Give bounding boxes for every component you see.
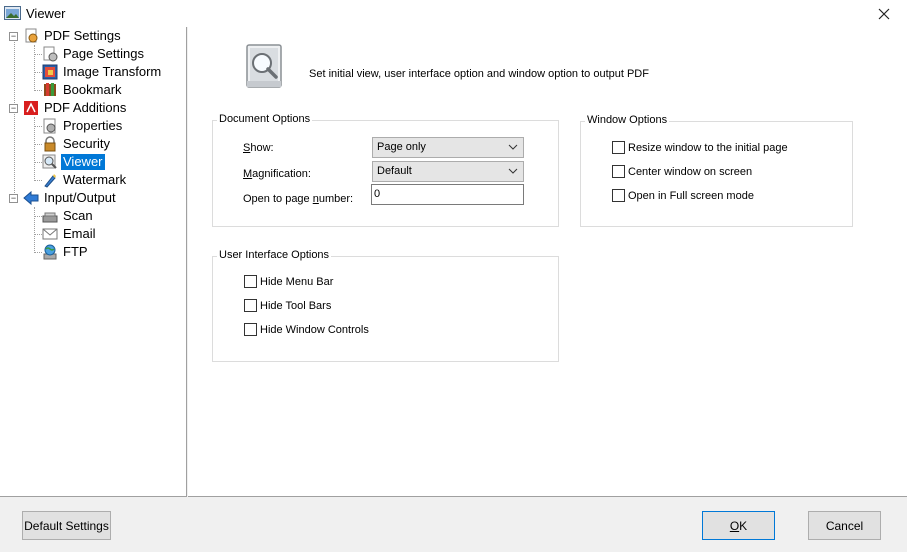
close-icon (878, 8, 890, 19)
tree-item-email[interactable]: Email (42, 225, 98, 243)
tree-item-label: Image Transform (63, 64, 162, 79)
chevron-down-icon (508, 144, 518, 150)
tree-item-scan[interactable]: Scan (42, 207, 95, 225)
globe-icon (43, 244, 57, 260)
tree-item-properties[interactable]: Properties (42, 117, 124, 135)
checkbox-box[interactable] (612, 165, 625, 178)
tree-item-label: Viewer (61, 154, 105, 170)
default-settings-button[interactable]: Default Settings (22, 511, 111, 540)
tree-item-input-output[interactable]: Input/Output (23, 189, 118, 207)
document-options-group: Document Options Show: Page only Magnifi… (212, 113, 559, 227)
lock-icon (44, 136, 56, 152)
button-label: Cancel (825, 518, 864, 533)
viewer-settings-panel: Set initial view, user interface option … (188, 27, 907, 497)
window-title: Viewer (26, 6, 66, 21)
tree-item-label: Security (63, 136, 110, 151)
tree-item-label: Properties (63, 118, 123, 133)
pdf-icon (24, 101, 38, 115)
arrow-left-icon (23, 190, 39, 206)
tree-item-label: Email (63, 226, 96, 241)
magnifier-document-icon (246, 44, 282, 88)
checkbox-label: Open in Full screen mode (628, 189, 754, 202)
show-dropdown[interactable]: Page only (372, 137, 524, 158)
show-label: Show: (243, 142, 274, 154)
checkbox-box[interactable] (244, 275, 257, 288)
tree-item-page-settings[interactable]: Page Settings (42, 45, 146, 63)
hide-window-controls-checkbox[interactable]: Hide Window Controls (244, 323, 369, 336)
tree-item-ftp[interactable]: FTP (42, 243, 90, 261)
open-page-input[interactable]: 0 (371, 184, 524, 205)
magnification-label: Magnification: (243, 168, 311, 180)
ok-button[interactable]: OK (702, 511, 775, 540)
full-screen-checkbox[interactable]: Open in Full screen mode (612, 189, 754, 202)
button-label: OK (729, 518, 748, 533)
page-description: Set initial view, user interface option … (309, 68, 649, 80)
tree-item-label: Watermark (63, 172, 127, 187)
window-options-group: Window Options Resize window to the init… (580, 114, 853, 227)
show-value: Page only (377, 141, 426, 153)
checkbox-label: Resize window to the initial page (628, 141, 788, 154)
checkbox-box[interactable] (244, 323, 257, 336)
hide-tool-bars-checkbox[interactable]: Hide Tool Bars (244, 299, 331, 312)
button-label: Default Settings (24, 518, 109, 533)
center-window-checkbox[interactable]: Center window on screen (612, 165, 752, 178)
expander-pdf-settings[interactable]: − (9, 32, 18, 41)
tree-item-label: FTP (63, 244, 88, 259)
open-page-value: 0 (374, 188, 381, 200)
checkbox-label: Center window on screen (628, 165, 753, 178)
tree-item-label: Scan (63, 208, 93, 223)
properties-icon (43, 118, 56, 134)
checkbox-label: Hide Window Controls (260, 323, 369, 336)
settings-tree: − − − PDF Settings Page Settings Image T… (0, 27, 187, 497)
page-settings-icon (43, 46, 58, 62)
group-title: Document Options (217, 113, 313, 125)
checkbox-box[interactable] (612, 141, 625, 154)
tree-item-viewer[interactable]: Viewer (42, 153, 105, 171)
tree-item-label: Bookmark (63, 82, 122, 97)
close-button[interactable] (861, 0, 907, 27)
group-title: Window Options (585, 114, 670, 126)
viewer-app-icon (4, 6, 21, 20)
open-page-label: Open to page number: (243, 193, 354, 205)
bookmark-icon (44, 83, 56, 96)
title-bar: Viewer (0, 0, 907, 27)
ui-options-group: User Interface Options Hide Menu Bar Hid… (212, 249, 559, 362)
chevron-down-icon (508, 168, 518, 174)
tree-item-image-transform[interactable]: Image Transform (42, 63, 163, 81)
resize-window-checkbox[interactable]: Resize window to the initial page (612, 141, 788, 154)
hide-menu-bar-checkbox[interactable]: Hide Menu Bar (244, 275, 333, 288)
expander-pdf-additions[interactable]: − (9, 104, 18, 113)
magnification-dropdown[interactable]: Default (372, 161, 524, 182)
cancel-button[interactable]: Cancel (808, 511, 881, 540)
group-title: User Interface Options (217, 249, 332, 261)
magnification-value: Default (377, 165, 412, 177)
magnifier-icon (42, 154, 57, 169)
checkbox-label: Hide Menu Bar (260, 275, 334, 288)
tree-item-label: PDF Settings (44, 28, 121, 43)
tree-item-label: Page Settings (63, 46, 144, 61)
checkbox-box[interactable] (244, 299, 257, 312)
checkbox-box[interactable] (612, 189, 625, 202)
expander-input-output[interactable]: − (9, 194, 18, 203)
tree-item-pdf-settings[interactable]: PDF Settings (23, 27, 123, 45)
checkbox-label: Hide Tool Bars (260, 299, 332, 312)
envelope-icon (42, 228, 58, 240)
tree-item-label: Input/Output (44, 190, 116, 205)
settings-pages-icon (25, 28, 38, 43)
tree-item-label: PDF Additions (44, 100, 127, 115)
tree-item-watermark[interactable]: Watermark (42, 171, 128, 189)
tree-item-security[interactable]: Security (42, 135, 112, 153)
tree-item-bookmark[interactable]: Bookmark (42, 81, 124, 99)
scanner-icon (42, 212, 58, 223)
watermark-icon (44, 174, 56, 188)
image-transform-icon (42, 64, 58, 80)
tree-item-pdf-additions[interactable]: PDF Additions (23, 99, 128, 117)
